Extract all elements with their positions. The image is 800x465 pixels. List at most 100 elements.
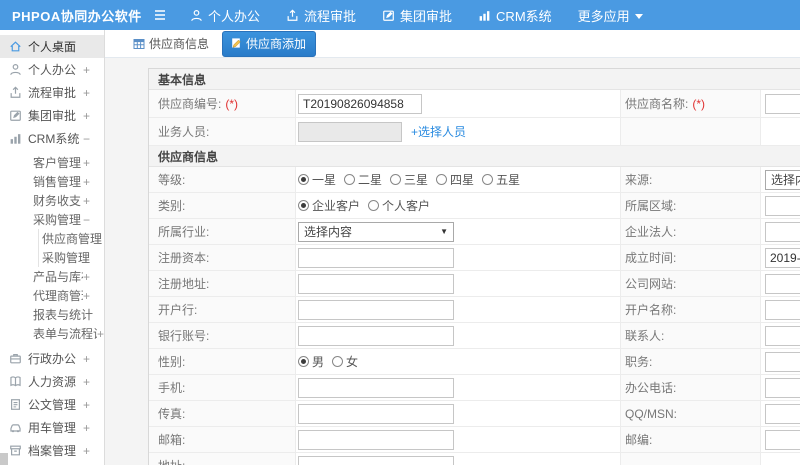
sidebar-item-行政办公[interactable]: 行政办公 + bbox=[0, 347, 104, 370]
sidebar-item-供应商管理[interactable]: 供应商管理 bbox=[0, 229, 104, 248]
text-input[interactable] bbox=[765, 325, 800, 346]
sidebar-item-label: 行政办公 bbox=[28, 352, 77, 366]
sidebar-item-人力资源[interactable]: 人力资源 + bbox=[0, 370, 104, 393]
text-input[interactable] bbox=[298, 403, 454, 424]
expander-icon[interactable]: + bbox=[83, 109, 90, 123]
radio-icon[interactable] bbox=[482, 174, 494, 185]
text-input[interactable] bbox=[298, 455, 454, 465]
radio-option[interactable]: 四星 bbox=[436, 171, 474, 188]
sidebar-item-客户管理[interactable]: 客户管理 + bbox=[0, 153, 104, 172]
sidebar-item-档案管理[interactable]: 档案管理 + bbox=[0, 439, 104, 462]
tab-supplier-info[interactable]: 供应商信息 bbox=[133, 35, 209, 52]
expander-icon[interactable]: + bbox=[83, 289, 90, 303]
text-input[interactable] bbox=[298, 377, 454, 398]
field-input-cell: 选择内容▼ bbox=[761, 167, 800, 193]
sidebar-item-流程审批[interactable]: 流程审批 + bbox=[0, 81, 104, 104]
text-input[interactable] bbox=[298, 247, 454, 268]
select-input[interactable]: 选择内容▼ bbox=[765, 169, 800, 190]
sidebar-item-表单与流程设置[interactable]: 表单与流程设置+ bbox=[0, 324, 104, 343]
radio-icon[interactable] bbox=[298, 356, 309, 367]
topnav-item-CRM系统[interactable]: CRM系统 bbox=[478, 6, 552, 25]
radio-icon[interactable] bbox=[390, 174, 402, 185]
select-input[interactable]: 选择内容▼ bbox=[298, 221, 454, 242]
sidebar-item-采购管理[interactable]: 采购管理 bbox=[0, 248, 104, 267]
text-input[interactable] bbox=[765, 351, 800, 372]
radio-icon[interactable] bbox=[298, 200, 309, 211]
tab-supplier-add[interactable]: 供应商添加 bbox=[222, 30, 317, 57]
radio-option[interactable]: 三星 bbox=[390, 171, 428, 188]
expander-icon[interactable]: + bbox=[83, 194, 90, 208]
radio-option[interactable]: 个人客户 bbox=[368, 197, 430, 214]
text-input[interactable] bbox=[765, 195, 800, 216]
expander-icon[interactable]: + bbox=[97, 327, 104, 341]
expander-icon[interactable]: − bbox=[83, 132, 90, 146]
sidebar-item-用车管理[interactable]: 用车管理 + bbox=[0, 416, 104, 439]
text-input[interactable] bbox=[298, 299, 454, 320]
sidebar-item-代理商管理[interactable]: 代理商管理+ bbox=[0, 286, 104, 305]
expander-icon[interactable]: + bbox=[83, 398, 90, 412]
radio-icon[interactable] bbox=[436, 174, 448, 185]
expander-icon[interactable]: + bbox=[83, 444, 90, 458]
text-input[interactable] bbox=[298, 121, 402, 142]
radio-icon[interactable] bbox=[344, 174, 356, 185]
expander-icon[interactable]: + bbox=[83, 86, 90, 100]
expander-icon[interactable]: + bbox=[83, 352, 90, 366]
radio-icon[interactable] bbox=[298, 174, 309, 185]
field-input-cell bbox=[296, 245, 621, 271]
sidebar-item-个人办公[interactable]: 个人办公 + bbox=[0, 58, 104, 81]
field-input-cell bbox=[296, 323, 621, 349]
field-input-cell bbox=[761, 323, 800, 349]
radio-option[interactable]: 男 bbox=[298, 353, 324, 370]
menu-toggle-icon[interactable] bbox=[152, 9, 168, 21]
topnav-item-个人办公[interactable]: 个人办公 bbox=[190, 6, 260, 25]
sidebar-item-销售管理[interactable]: 销售管理 + bbox=[0, 172, 104, 191]
expander-icon[interactable]: + bbox=[83, 270, 90, 284]
sidebar-item-label: 报表与统计 bbox=[33, 308, 94, 322]
radio-option[interactable]: 二星 bbox=[344, 171, 382, 188]
expander-icon[interactable]: + bbox=[83, 375, 90, 389]
sidebar-item-公文管理[interactable]: 公文管理 + bbox=[0, 393, 104, 416]
text-input[interactable] bbox=[765, 403, 800, 424]
radio-icon[interactable] bbox=[332, 356, 344, 367]
sidebar-item-财务收支[interactable]: 财务收支 + bbox=[0, 191, 104, 210]
text-input[interactable] bbox=[765, 299, 800, 320]
radio-option[interactable]: 女 bbox=[332, 353, 358, 370]
radio-label: 一星 bbox=[312, 173, 337, 187]
expander-icon[interactable]: + bbox=[83, 156, 90, 170]
sidebar-scrollbar[interactable] bbox=[0, 453, 8, 465]
text-input[interactable] bbox=[765, 273, 800, 294]
text-input[interactable] bbox=[765, 429, 800, 450]
text-input[interactable] bbox=[298, 429, 454, 450]
expander-icon[interactable]: + bbox=[83, 421, 90, 435]
text-input[interactable] bbox=[298, 273, 454, 294]
topnav-label: 更多应用 bbox=[577, 8, 630, 24]
sidebar-item-集团审批[interactable]: 集团审批 + bbox=[0, 104, 104, 127]
text-input[interactable] bbox=[765, 221, 800, 242]
radio-option[interactable]: 五星 bbox=[482, 171, 520, 188]
field-label: 供应商编号: bbox=[158, 97, 222, 111]
sidebar-item-label: 表单与流程设置 bbox=[33, 327, 97, 341]
radio-icon[interactable] bbox=[368, 200, 380, 211]
sidebar-item-报表与统计[interactable]: 报表与统计 bbox=[0, 305, 104, 324]
sidebar-item-采购管理[interactable]: 采购管理 − bbox=[0, 210, 104, 229]
text-input[interactable] bbox=[298, 93, 422, 114]
radio-option[interactable]: 一星 bbox=[298, 171, 336, 188]
text-input[interactable] bbox=[765, 377, 800, 398]
sidebar-item-产品与库存[interactable]: 产品与库存+ bbox=[0, 267, 104, 286]
expander-icon[interactable]: − bbox=[83, 213, 90, 227]
sidebar-item-label: 流程审批 bbox=[28, 86, 77, 100]
topnav-item-集团审批[interactable]: 集团审批 bbox=[382, 6, 452, 25]
radio-option[interactable]: 企业客户 bbox=[298, 197, 360, 214]
topnav-item-更多应用[interactable]: 更多应用 bbox=[578, 6, 643, 25]
text-input[interactable] bbox=[765, 93, 800, 114]
text-input[interactable] bbox=[298, 325, 454, 346]
caret-down-icon bbox=[634, 13, 643, 19]
topnav-item-流程审批[interactable]: 流程审批 bbox=[286, 6, 356, 25]
expander-icon[interactable]: + bbox=[83, 63, 90, 77]
select-person-link[interactable]: +选择人员 bbox=[411, 123, 466, 140]
sidebar-item-个人桌面[interactable]: 个人桌面 bbox=[0, 35, 104, 58]
expander-icon[interactable]: + bbox=[83, 175, 90, 189]
text-input[interactable] bbox=[765, 247, 800, 268]
field-label-cell: 注册地址: bbox=[149, 271, 296, 297]
sidebar-item-CRM系统[interactable]: CRM系统 − bbox=[0, 127, 104, 150]
